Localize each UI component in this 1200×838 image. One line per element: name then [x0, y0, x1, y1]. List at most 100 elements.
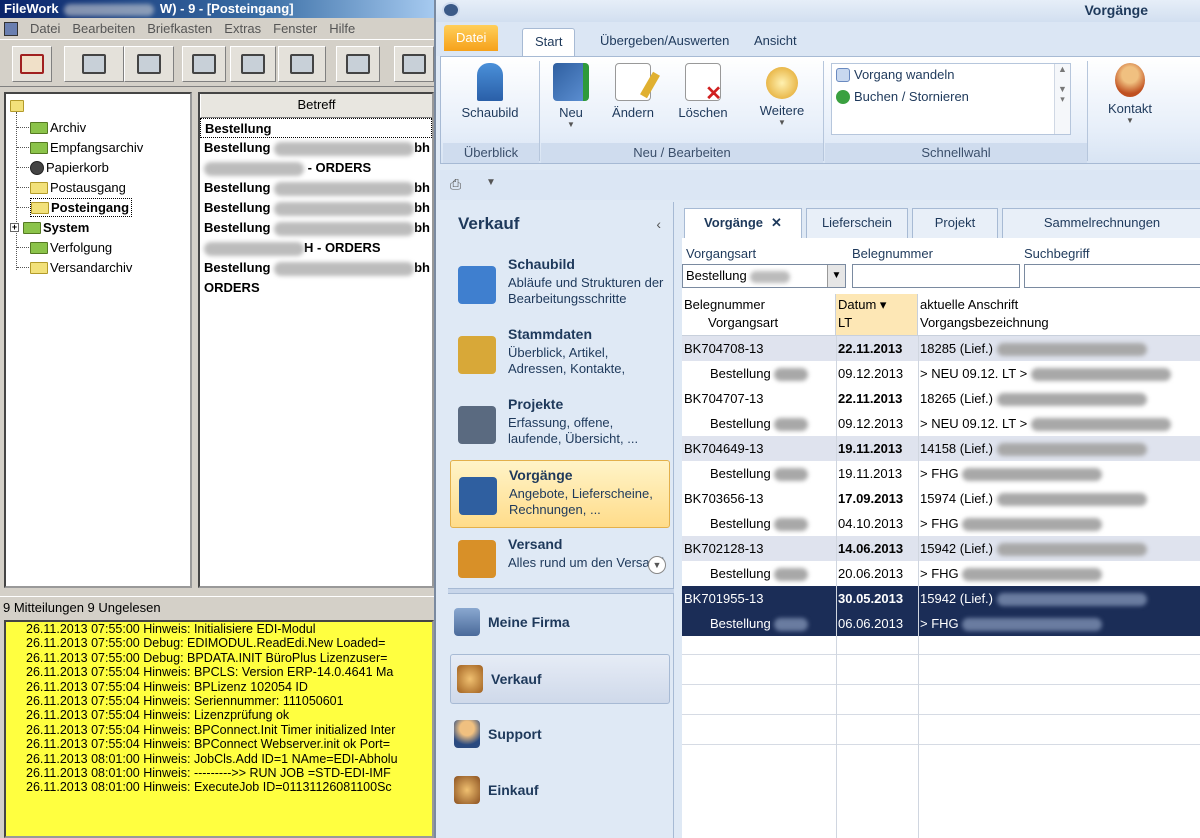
column-header-belegnummer[interactable]: Belegnummer Vorgangsart: [682, 294, 836, 336]
message-row[interactable]: Bestellung: [200, 118, 432, 138]
app-logo-icon[interactable]: [442, 2, 460, 18]
nav-item-schaubild[interactable]: Schaubild Abläufe und Strukturen der Bea…: [450, 250, 670, 318]
doc-tab-vorgaenge[interactable]: Vorgänge ✕: [684, 208, 802, 239]
tree-item-posteingang[interactable]: Posteingang: [30, 198, 133, 217]
print-icon[interactable]: ⎙: [450, 176, 461, 193]
column-header-datum[interactable]: Datum ▾ LT: [836, 294, 918, 336]
vorgangsart-select[interactable]: Bestellung ▼: [682, 264, 846, 288]
tree-root[interactable]: [10, 96, 26, 115]
schnellwahl-buchen-stornieren[interactable]: Buchen / Stornieren: [832, 86, 1070, 108]
loeschen-button[interactable]: ✕ Löschen: [671, 61, 735, 141]
neu-button[interactable]: Neu ▼: [541, 61, 601, 141]
doc-tab-lieferschein[interactable]: Lieferschein: [806, 208, 908, 238]
mailbox-button-4[interactable]: [336, 46, 380, 82]
delete-document-icon: ✕: [685, 63, 722, 104]
nav-button-einkauf[interactable]: Einkauf: [448, 766, 674, 816]
menu-fenster[interactable]: Fenster: [273, 21, 317, 36]
doc-tab-sammelrechnungen[interactable]: Sammelrechnungen: [1002, 208, 1200, 238]
tree-item-papierkorb[interactable]: Papierkorb: [30, 158, 109, 177]
keyboard-button[interactable]: [394, 46, 434, 82]
collapse-nav-icon[interactable]: ‹: [656, 216, 661, 232]
content-area: Vorgänge ✕ Lieferschein Projekt Sammelrec…: [682, 202, 1200, 838]
schnellwahl-vorgang-wandeln[interactable]: Vorgang wandeln: [832, 64, 1070, 86]
suchbegriff-input[interactable]: [1024, 264, 1200, 288]
kontakt-button[interactable]: Kontakt ▼: [1093, 61, 1167, 141]
nav-splitter[interactable]: [448, 588, 674, 594]
message-row[interactable]: Bestellung bh: [200, 218, 432, 238]
tree-item-empfangsarchiv[interactable]: Empfangsarchiv: [30, 138, 143, 157]
nav-button-verkauf[interactable]: Verkauf: [450, 654, 670, 704]
close-tab-icon[interactable]: ✕: [771, 215, 782, 230]
tree-item-verfolgung[interactable]: Verfolgung: [30, 238, 112, 257]
menu-datei[interactable]: Datei: [30, 21, 60, 36]
cell-lt: 19.11.2013: [838, 466, 903, 481]
menu-hilfe[interactable]: Hilfe: [329, 21, 355, 36]
tree-item-archiv[interactable]: Archiv: [30, 118, 86, 137]
nav-button-label: Support: [488, 726, 542, 742]
schnellwahl-scrollbar[interactable]: ▲ ▼ ▾: [1054, 64, 1070, 134]
weitere-button[interactable]: Weitere ▼: [745, 61, 819, 141]
table-row[interactable]: BK701955-13 30.05.2013 15942 (Lief.) Beste…: [682, 586, 1200, 636]
nav-button-support[interactable]: Support: [448, 710, 674, 760]
mailbox-button-3[interactable]: [278, 46, 326, 82]
menu-extras[interactable]: Extras: [224, 21, 261, 36]
nav-item-versand[interactable]: Versand Alles rund um den Versand ▼: [450, 530, 670, 586]
mailbox-button-1[interactable]: [182, 46, 226, 82]
vorgaenge-titlebar: Vorgänge: [436, 0, 1200, 22]
menu-briefkasten[interactable]: Briefkasten: [147, 21, 212, 36]
tree-item-versandarchiv[interactable]: Versandarchiv: [30, 258, 132, 277]
table-row[interactable]: BK702128-13 14.06.2013 15942 (Lief.) Beste…: [682, 536, 1200, 586]
expand-more-icon[interactable]: ▼: [648, 556, 666, 574]
column-header-betreff[interactable]: Betreff: [200, 94, 432, 118]
tab-uebergeben[interactable]: Übergeben/Auswerten: [588, 28, 741, 56]
tab-start[interactable]: Start: [522, 28, 576, 56]
message-row[interactable]: Bestellung bh: [200, 258, 432, 278]
nav-item-vorgaenge[interactable]: Vorgänge Angebote, Lieferscheine, Rechnu…: [450, 460, 670, 528]
upload-button[interactable]: [64, 46, 124, 82]
new-message-button[interactable]: [12, 46, 52, 82]
tree-item-label: Archiv: [50, 120, 87, 135]
nav-item-title: Versand: [508, 536, 563, 552]
aendern-button[interactable]: Ändern: [601, 61, 665, 141]
redacted-area: [962, 568, 1103, 582]
message-row[interactable]: - ORDERS: [200, 158, 432, 178]
mailbox-button-2[interactable]: [230, 46, 276, 82]
doc-tab-projekt[interactable]: Projekt: [912, 208, 998, 238]
menu-bearbeiten[interactable]: Bearbeiten: [72, 21, 135, 36]
nav-item-projekte[interactable]: Projekte Erfassung, offene, laufende, Üb…: [450, 390, 670, 458]
message-row[interactable]: Bestellung bh: [200, 198, 432, 218]
navigation-pane: Verkauf ‹ Schaubild Abläufe und Struktur…: [448, 202, 674, 838]
table-row[interactable]: BK703656-13 17.09.2013 15974 (Lief.) Beste…: [682, 486, 1200, 536]
tab-ansicht[interactable]: Ansicht: [742, 28, 809, 56]
nav-item-stammdaten[interactable]: Stammdaten Überblick, Artikel, Adressen,…: [450, 320, 670, 388]
tree-item-system[interactable]: + System: [10, 218, 89, 237]
nav-button-meine-firma[interactable]: Meine Firma: [448, 598, 674, 648]
table-row[interactable]: BK704649-13 19.11.2013 14158 (Lief.) Beste…: [682, 436, 1200, 486]
tree-connector: [17, 207, 29, 208]
cell-vorgangsbezeichnung: > NEU 09.12. LT >: [920, 361, 1200, 386]
message-row[interactable]: H - ORDERS: [200, 238, 432, 258]
belegnummer-input[interactable]: [852, 264, 1020, 288]
message-subject-tail: - ORDERS: [304, 160, 372, 175]
nav-item-desc: Abläufe und Strukturen der Bearbeitungss…: [508, 275, 664, 306]
message-row[interactable]: ORDERS: [200, 278, 432, 298]
message-subject-tail: bh: [414, 140, 430, 155]
message-row[interactable]: Bestellung bh: [200, 178, 432, 198]
chevron-down-icon[interactable]: ▼: [827, 265, 845, 287]
table-row[interactable]: BK704708-13 22.11.2013 18285 (Lief.) Beste…: [682, 336, 1200, 386]
cell-vorgangsart: Bestellung: [710, 411, 836, 436]
tree-item-postausgang[interactable]: Postausgang: [30, 178, 126, 197]
message-row[interactable]: Bestellung bh: [200, 138, 432, 158]
download-button[interactable]: [124, 46, 174, 82]
expand-icon[interactable]: +: [10, 223, 19, 232]
schaubild-button[interactable]: Schaubild: [455, 61, 525, 141]
app-menu-icon[interactable]: [4, 21, 18, 36]
signpost-icon: [477, 63, 503, 101]
tab-datei[interactable]: Datei: [444, 25, 499, 51]
cell-belegnummer: BK704707-13: [684, 391, 764, 406]
table-row[interactable]: BK704707-13 22.11.2013 18265 (Lief.) Beste…: [682, 386, 1200, 436]
customize-qat-icon[interactable]: ▼: [486, 177, 496, 188]
column-header-anschrift[interactable]: aktuelle Anschrift Vorgangsbezeichnung: [918, 294, 1200, 336]
ribbon-separator: [823, 61, 824, 161]
log-line: 26.11.2013 08:01:00 Hinweis: --------->>…: [26, 765, 391, 780]
